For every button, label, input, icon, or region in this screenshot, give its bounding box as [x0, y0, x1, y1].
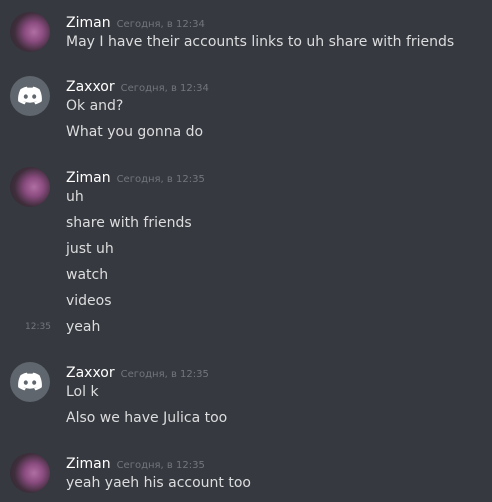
user-avatar[interactable] — [10, 167, 50, 207]
message-text: Ok and? — [66, 98, 124, 114]
message-text: share with friends — [66, 215, 192, 231]
message-text: yeah — [66, 319, 101, 335]
message-text: yeah yaeh his account too — [66, 475, 251, 491]
message-timestamp: Сегодня, в 12:35 — [116, 460, 205, 471]
message-header: Ziman Сегодня, в 12:34 — [66, 12, 205, 31]
username[interactable]: Ziman — [66, 15, 111, 31]
message-text: Also we have Julica too — [66, 410, 228, 426]
message-text: May I have their accounts links to uh sh… — [66, 34, 455, 50]
user-avatar[interactable] — [10, 76, 50, 116]
message-header: Zaxxor Сегодня, в 12:34 — [66, 76, 209, 95]
message-timestamp: Сегодня, в 12:34 — [120, 83, 209, 94]
discord-logo-icon — [18, 372, 42, 391]
message-header: Ziman Сегодня, в 12:35 — [66, 167, 205, 186]
hover-timestamp: 12:35 — [25, 322, 51, 332]
username[interactable]: Zaxxor — [66, 365, 115, 381]
message-text: Lol k — [66, 384, 99, 400]
message-text: just uh — [66, 241, 114, 257]
message-text: videos — [66, 293, 112, 309]
message-timestamp: Сегодня, в 12:35 — [116, 174, 205, 185]
message-timestamp: Сегодня, в 12:34 — [116, 19, 205, 30]
username[interactable]: Ziman — [66, 456, 111, 472]
message-text: uh — [66, 189, 84, 205]
user-avatar[interactable] — [10, 362, 50, 402]
user-avatar[interactable] — [10, 12, 50, 52]
username[interactable]: Ziman — [66, 170, 111, 186]
discord-logo-icon — [18, 86, 42, 105]
username[interactable]: Zaxxor — [66, 79, 115, 95]
user-avatar[interactable] — [10, 453, 50, 493]
message-text: What you gonna do — [66, 124, 204, 140]
chat-messages: Ziman Сегодня, в 12:34 May I have their a… — [0, 0, 492, 502]
message-header: Zaxxor Сегодня, в 12:35 — [66, 362, 209, 381]
message-text: watch — [66, 267, 109, 283]
message-timestamp: Сегодня, в 12:35 — [120, 369, 209, 380]
message-header: Ziman Сегодня, в 12:35 — [66, 453, 205, 472]
